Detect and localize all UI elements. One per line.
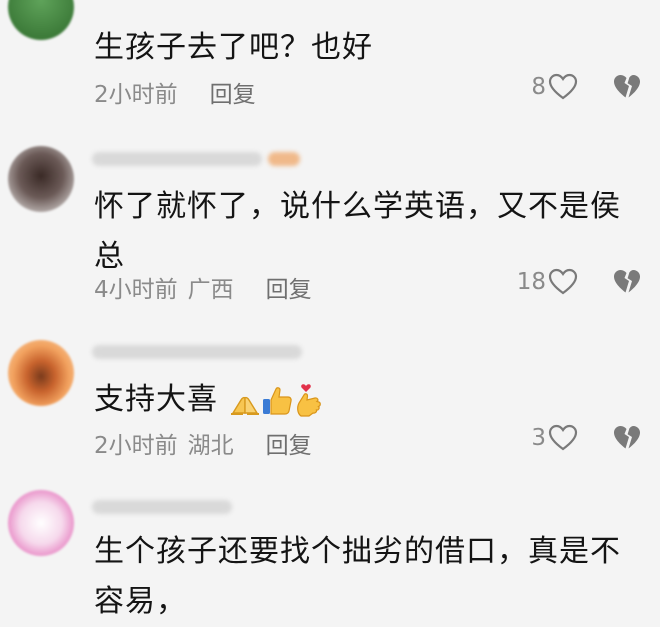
like-count: 8 <box>531 74 546 100</box>
heart-icon <box>548 73 578 101</box>
like-button[interactable]: 8 <box>531 73 578 101</box>
avatar[interactable] <box>8 340 74 406</box>
username-blurred <box>92 500 232 514</box>
reply-button[interactable]: 回复 <box>266 426 312 460</box>
avatar[interactable] <box>8 146 74 212</box>
comment-text-body: 支持大喜 <box>94 382 218 417</box>
reply-button[interactable]: 回复 <box>210 75 256 109</box>
avatar[interactable] <box>8 0 74 40</box>
finger-heart-icon <box>293 383 325 419</box>
like-count: 18 <box>516 269 546 295</box>
like-button[interactable]: 3 <box>531 424 578 452</box>
comment-actions: 3 <box>531 424 642 452</box>
comment-text: 生孩子去了吧？也好 <box>94 30 373 65</box>
broken-heart-icon[interactable] <box>612 73 642 101</box>
reply-button[interactable]: 回复 <box>266 270 312 304</box>
user-badge <box>268 152 300 166</box>
comment-text: 支持大喜 <box>94 375 642 425</box>
comment-meta: 4小时前 广西 回复 <box>94 270 312 304</box>
heart-icon <box>548 424 578 452</box>
comment-text: 生个孩子还要找个拙劣的借口，真是不容易， <box>94 534 621 619</box>
username-blurred <box>92 152 262 166</box>
like-button[interactable]: 18 <box>517 268 578 296</box>
like-count: 3 <box>531 425 546 451</box>
comment-meta: 2小时前 湖北 回复 <box>94 426 312 460</box>
heart-icon <box>548 268 578 296</box>
comment-actions: 18 <box>517 268 642 296</box>
broken-heart-icon[interactable] <box>612 268 642 296</box>
thumbs-up-icon <box>261 385 293 417</box>
comment-time: 2小时前 <box>94 433 178 459</box>
comment-time: 2小时前 <box>94 82 178 108</box>
comment-meta: 2小时前 回复 <box>94 75 256 109</box>
avatar[interactable] <box>8 490 74 556</box>
folded-hands-icon <box>229 386 261 416</box>
broken-heart-icon[interactable] <box>612 424 642 452</box>
comment-location: 湖北 <box>187 433 234 459</box>
comment-time: 4小时前 <box>94 277 178 303</box>
comment-location: 广西 <box>187 277 234 303</box>
comment-actions: 8 <box>531 73 642 101</box>
comment-text: 怀了就怀了，说什么学英语，又不是侯总 <box>94 189 621 274</box>
username-blurred <box>92 345 302 359</box>
